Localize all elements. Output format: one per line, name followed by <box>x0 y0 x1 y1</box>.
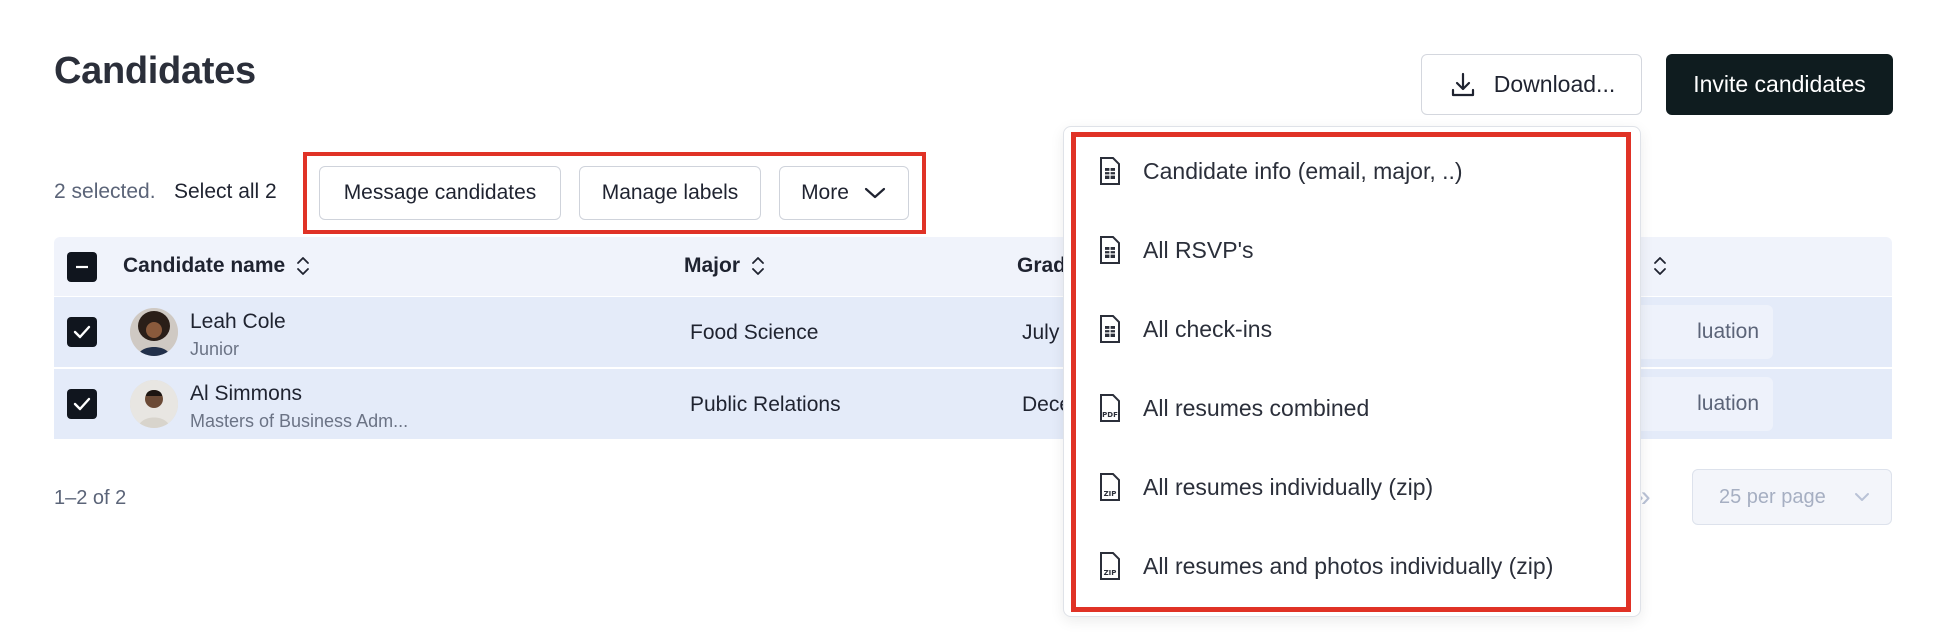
pdf-file-icon: PDF <box>1097 393 1123 423</box>
sort-icon <box>297 257 310 275</box>
pagination-range: 1–2 of 2 <box>54 487 127 509</box>
selected-count: 2 selected. <box>54 180 156 203</box>
column-major[interactable]: Major <box>684 254 766 278</box>
menu-item-resumes-photos[interactable]: ZIP All resumes and photos individually … <box>1097 551 1553 581</box>
download-button-label: Download... <box>1493 71 1616 97</box>
candidate-grad: July <box>1022 321 1060 344</box>
zip-file-icon: ZIP <box>1097 472 1123 502</box>
per-page-select[interactable]: 25 per page <box>1692 469 1892 525</box>
menu-item-label: All resumes and photos individually (zip… <box>1143 552 1554 579</box>
chevron-down-icon <box>864 187 886 199</box>
person-icon <box>130 308 178 356</box>
candidate-name[interactable]: Leah Cole <box>190 310 286 334</box>
download-menu <box>1063 126 1641 617</box>
svg-text:ZIP: ZIP <box>1104 569 1117 577</box>
bulk-actions-group: Message candidates Manage labels More <box>303 152 926 234</box>
manage-labels-button[interactable]: Manage labels <box>579 166 761 220</box>
sort-icon <box>1653 257 1666 275</box>
menu-item-resumes-combined[interactable]: PDF All resumes combined <box>1097 393 1369 423</box>
avatar <box>130 380 178 428</box>
candidate-major: Public Relations <box>690 393 841 416</box>
menu-item-candidate-info[interactable]: Candidate info (email, major, ..) <box>1097 156 1463 186</box>
menu-item-label: All resumes combined <box>1143 394 1370 421</box>
invite-candidates-button[interactable]: Invite candidates <box>1666 54 1893 115</box>
row-checkbox[interactable] <box>67 317 97 347</box>
row-checkbox[interactable] <box>67 389 97 419</box>
svg-text:ZIP: ZIP <box>1104 490 1117 498</box>
download-icon <box>1451 72 1474 96</box>
menu-item-check-ins[interactable]: All check-ins <box>1097 314 1272 344</box>
indeterminate-icon <box>76 265 88 269</box>
spreadsheet-file-icon <box>1097 156 1123 186</box>
spreadsheet-file-icon <box>1097 314 1123 344</box>
select-all-link[interactable]: Select all 2 <box>174 180 277 204</box>
select-all-checkbox[interactable] <box>67 252 97 282</box>
more-button-label: More <box>801 181 849 204</box>
menu-item-label: All check-ins <box>1143 315 1273 342</box>
check-icon <box>73 325 91 339</box>
svg-text:PDF: PDF <box>1102 411 1118 419</box>
menu-item-rsvps[interactable]: All RSVP's <box>1097 235 1253 265</box>
check-icon <box>73 397 91 411</box>
menu-item-label: All resumes individually (zip) <box>1143 473 1434 500</box>
zip-file-icon: ZIP <box>1097 551 1123 581</box>
menu-item-label: Candidate info (email, major, ..) <box>1143 157 1463 184</box>
sort-icon <box>752 257 764 275</box>
column-candidate-name[interactable]: Candidate name <box>123 254 311 278</box>
candidate-name[interactable]: Al Simmons <box>190 382 302 406</box>
chevron-down-icon <box>1855 493 1869 501</box>
avatar <box>130 308 178 356</box>
column-grad-label: Grad <box>1017 254 1067 277</box>
candidate-major: Food Science <box>690 321 819 344</box>
menu-item-resumes-individually[interactable]: ZIP All resumes individually (zip) <box>1097 472 1433 502</box>
per-page-value: 25 per page <box>1719 485 1826 508</box>
column-candidate-name-label: Candidate name <box>123 254 286 277</box>
page-title: Candidates <box>54 50 256 92</box>
selection-bar: 2 selected. Select all 2 <box>54 164 277 220</box>
column-grad[interactable]: Grad <box>1017 254 1066 278</box>
spreadsheet-file-icon <box>1097 235 1123 265</box>
message-candidates-button[interactable]: Message candidates <box>319 166 561 220</box>
column-major-label: Major <box>684 254 741 277</box>
candidate-year: Junior <box>190 339 240 359</box>
more-button[interactable]: More <box>779 166 909 220</box>
person-icon <box>130 380 178 428</box>
menu-item-label: All RSVP's <box>1143 236 1254 263</box>
candidate-degree: Masters of Business Adm... <box>190 411 409 431</box>
download-button[interactable]: Download... <box>1421 54 1642 115</box>
